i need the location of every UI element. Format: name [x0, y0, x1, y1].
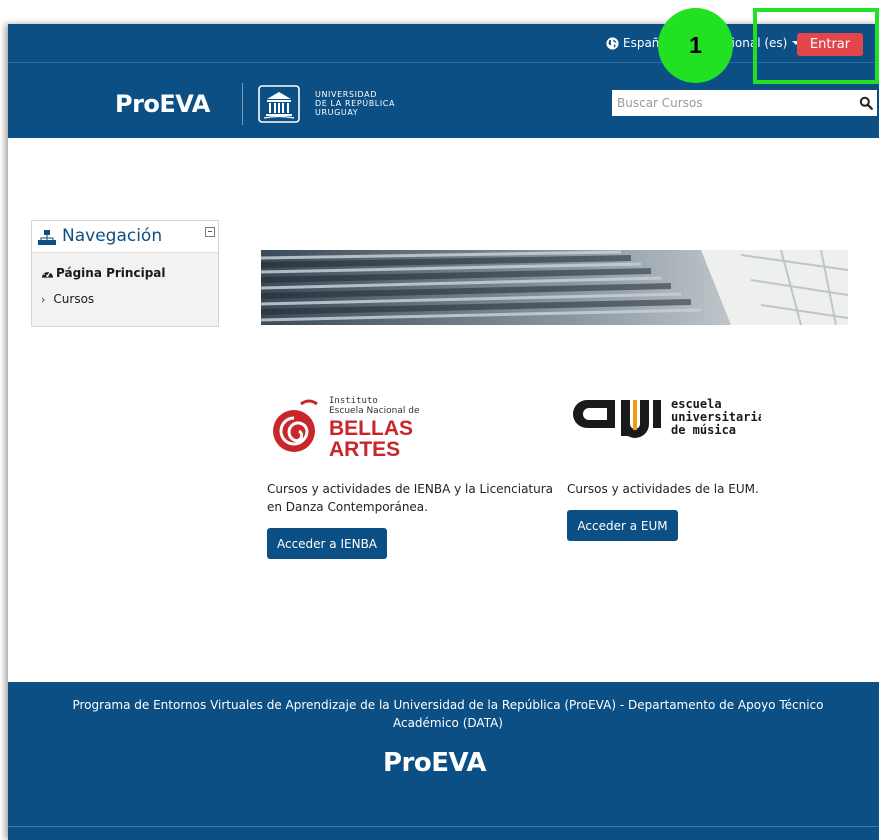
eum-logo-text: escuela — [671, 397, 722, 411]
site-header: ProEVA UNIVERSIDAD DE LA REPÚBLICA URUGU… — [8, 62, 879, 138]
browser-viewport: Español - Internacional (es) Entrar ProE… — [8, 24, 879, 840]
university-line: DE LA REPÚBLICA — [315, 99, 396, 108]
step-marker: 1 — [658, 8, 733, 83]
page: Español - Internacional (es) Entrar ProE… — [0, 0, 879, 840]
proeva-logo[interactable]: ProEVA — [115, 90, 210, 118]
footer-proeva-logo[interactable]: ProEVA — [383, 748, 486, 778]
proeva-logo-text: ProEVA — [115, 90, 210, 118]
university-line: URUGUAY — [315, 108, 359, 117]
building-banner-image — [261, 250, 848, 325]
nav-item-label: Cursos — [53, 292, 95, 306]
globe-icon — [606, 36, 619, 50]
eum-description: Cursos y actividades de la EUM. — [567, 482, 759, 496]
dashboard-icon — [41, 270, 54, 278]
nav-item-home[interactable]: Página Principal — [41, 266, 166, 280]
navigation-title: Navegación — [62, 226, 163, 246]
search-input[interactable] — [612, 90, 852, 116]
navigation-header: Navegación — [32, 221, 218, 253]
ienba-logo[interactable]: Instituto Escuela Nacional de BELLAS ART… — [271, 394, 431, 464]
access-ienba-button[interactable]: Acceder a IENBA — [267, 528, 387, 559]
nav-item-courses[interactable]: › Cursos — [41, 292, 94, 306]
logo-divider — [242, 83, 243, 125]
top-bar: Español - Internacional (es) Entrar — [8, 24, 879, 62]
ienba-description: Cursos y actividades de IENBA y la Licen… — [267, 482, 554, 514]
footer-logo-text: ProEVA — [383, 748, 486, 778]
university-line: UNIVERSIDAD — [315, 90, 377, 99]
footer-text: Programa de Entornos Virtuales de Aprend… — [72, 698, 824, 730]
udelar-emblem-icon — [258, 85, 300, 123]
eum-logo[interactable]: escuela universitaria de música — [571, 394, 761, 460]
ienba-logo-text: ARTES — [329, 438, 400, 461]
course-search — [612, 90, 877, 116]
chevron-right-icon: › — [41, 292, 46, 306]
collapse-icon[interactable] — [205, 227, 215, 237]
search-icon[interactable] — [859, 96, 873, 110]
eum-logo-text: de música — [671, 423, 736, 437]
university-name: UNIVERSIDAD DE LA REPÚBLICA URUGUAY — [315, 90, 395, 117]
highlight-box — [753, 8, 879, 84]
nav-item-label: Página Principal — [56, 266, 166, 280]
footer-divider — [8, 826, 879, 827]
ienba-logo-text: BELLAS — [329, 417, 413, 440]
navigation-block: Navegación Página Principal › Cursos — [31, 220, 219, 327]
ienba-logo-text: Escuela Nacional de — [329, 406, 420, 416]
sitemap-icon — [38, 230, 56, 245]
step-number: 1 — [689, 32, 702, 58]
site-footer: Programa de Entornos Virtuales de Aprend… — [8, 682, 879, 840]
access-eum-button[interactable]: Acceder a EUM — [567, 510, 678, 541]
eum-logo-text: universitaria — [671, 410, 761, 424]
ienba-logo-text: Instituto — [329, 396, 378, 406]
